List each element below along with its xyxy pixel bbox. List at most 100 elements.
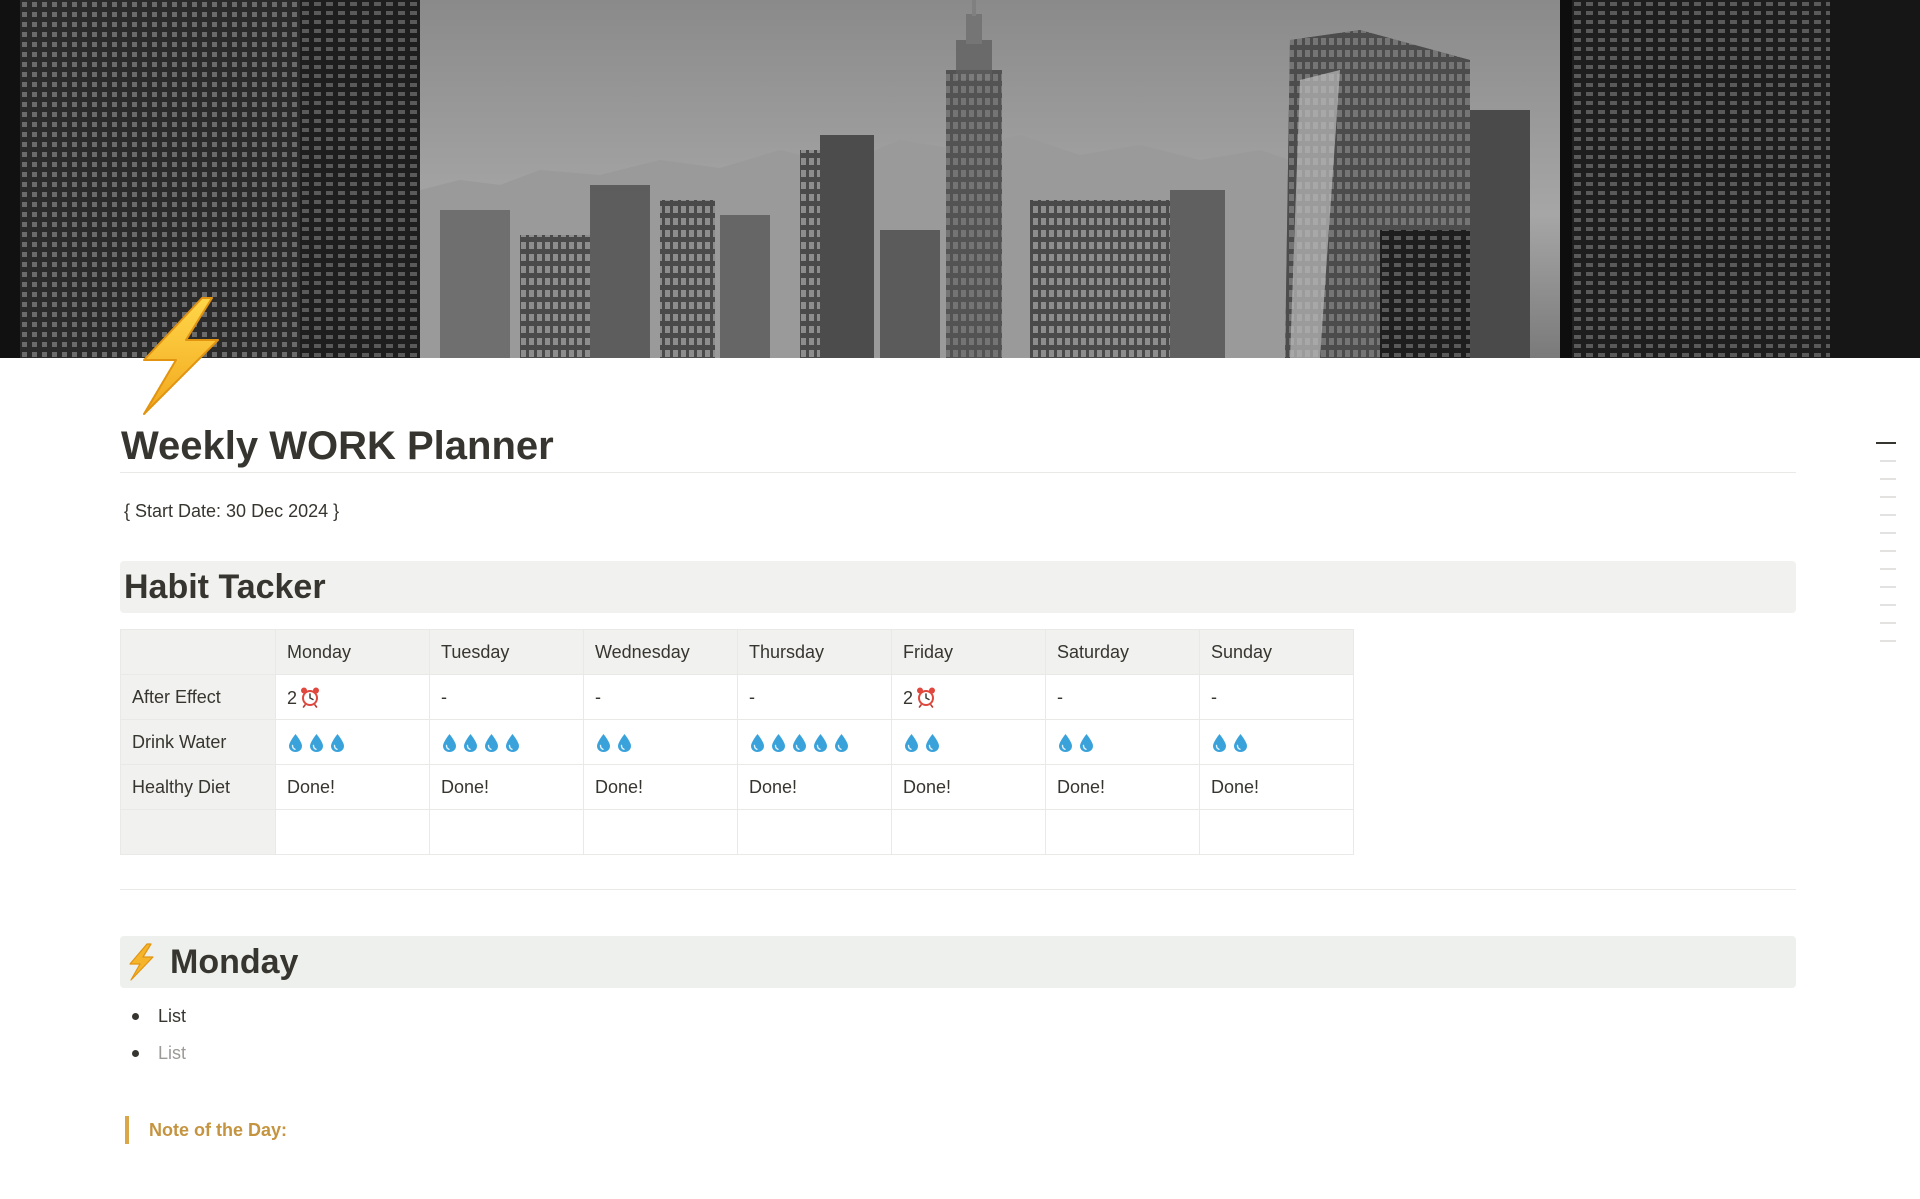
row-label[interactable]: Healthy Diet [120,764,276,810]
page-outline[interactable] [1876,442,1896,658]
water-drop-icon [443,733,456,752]
list-item-text: List [158,1006,187,1026]
water-drop-icon [310,733,323,752]
header-cell-saturday[interactable]: Saturday [1045,629,1200,675]
table-cell[interactable] [737,719,892,765]
outline-item[interactable] [1880,496,1896,498]
water-drop-icon [464,733,477,752]
water-drops [441,733,521,753]
table-cell[interactable]: - [1045,674,1200,720]
list-item-placeholder[interactable]: List [132,1035,1796,1072]
monday-heading[interactable]: Monday [120,936,1796,988]
habit-tracker-heading[interactable]: Habit Tacker [120,561,1796,613]
bullet-icon [132,1050,139,1057]
header-cell-thursday[interactable]: Thursday [737,629,892,675]
outline-item[interactable] [1880,604,1896,606]
water-drop-icon [506,733,519,752]
row-label[interactable]: Drink Water [120,719,276,765]
water-drop-icon [751,733,764,752]
table-row: Drink Water [120,719,1354,765]
outline-item[interactable] [1876,442,1896,444]
outline-item[interactable] [1880,478,1896,480]
table-header-row: Monday Tuesday Wednesday Thursday Friday… [120,629,1354,675]
water-drop-icon [1213,733,1226,752]
header-cell-wednesday[interactable]: Wednesday [583,629,738,675]
cover-image[interactable] [0,0,1920,358]
outline-item[interactable] [1880,532,1896,534]
alarm-clock-icon [917,687,936,708]
table-cell[interactable]: 2 [891,674,1046,720]
table-cell[interactable]: - [583,674,738,720]
table-cell[interactable] [891,809,1046,855]
table-cell[interactable] [1045,719,1200,765]
table-cell[interactable] [1199,719,1354,765]
lightning-bolt-icon [129,943,154,981]
section-divider [120,889,1796,890]
table-cell[interactable]: 2 [275,674,430,720]
cell-value: - [595,686,601,707]
outline-item[interactable] [1880,586,1896,588]
note-callout[interactable]: Note of the Day: [125,1116,1796,1144]
monday-list: List List [120,998,1796,1072]
table-cell[interactable] [429,809,584,855]
outline-item[interactable] [1880,640,1896,642]
cell-value: - [441,686,447,707]
table-cell[interactable]: Done! [429,764,584,810]
page-icon[interactable] [130,294,230,418]
water-drop-icon [1080,733,1093,752]
table-cell[interactable]: Done! [891,764,1046,810]
table-cell[interactable] [275,809,430,855]
table-cell[interactable] [275,719,430,765]
bullet-icon [132,1013,139,1020]
start-date-text[interactable]: { Start Date: 30 Dec 2024 } [120,499,1796,523]
outline-item[interactable] [1880,514,1896,516]
cell-value: 2 [287,687,298,708]
table-cell[interactable]: Done! [583,764,738,810]
header-cell[interactable] [120,629,276,675]
water-drops [749,733,850,753]
water-drop-icon [289,733,302,752]
water-drop-icon [618,733,631,752]
row-label-empty[interactable] [120,809,276,855]
table-cell[interactable]: - [1199,674,1354,720]
outline-item[interactable] [1880,460,1896,462]
table-row-empty [120,809,1354,855]
water-drop-icon [1234,733,1247,752]
table-cell[interactable] [583,809,738,855]
table-cell[interactable] [891,719,1046,765]
outline-item[interactable] [1880,568,1896,570]
title-divider [120,472,1796,473]
page-content: Weekly WORK Planner { Start Date: 30 Dec… [120,420,1796,1199]
table-cell[interactable]: Done! [275,764,430,810]
cell-value: - [749,686,755,707]
page-title[interactable]: Weekly WORK Planner [120,420,1796,472]
water-drop-icon [597,733,610,752]
table-cell[interactable]: - [737,674,892,720]
outline-item[interactable] [1880,550,1896,552]
outline-item[interactable] [1880,622,1896,624]
water-drop-icon [772,733,785,752]
city-skyline-cover [0,0,1920,358]
table-cell[interactable] [583,719,738,765]
table-cell[interactable]: - [429,674,584,720]
table-cell[interactable]: Done! [1199,764,1354,810]
table-cell[interactable] [1199,809,1354,855]
header-cell-tuesday[interactable]: Tuesday [429,629,584,675]
table-cell[interactable]: Done! [1045,764,1200,810]
header-cell-friday[interactable]: Friday [891,629,1046,675]
header-cell-monday[interactable]: Monday [275,629,430,675]
table-cell[interactable]: Done! [737,764,892,810]
water-drops [1211,733,1249,753]
list-item[interactable]: List [132,998,1796,1035]
water-drops [287,733,346,753]
table-cell[interactable] [737,809,892,855]
water-drops [903,733,941,753]
header-cell-sunday[interactable]: Sunday [1199,629,1354,675]
row-label[interactable]: After Effect [120,674,276,720]
note-label: Note of the Day: [149,1119,288,1140]
water-drop-icon [905,733,918,752]
habit-table: Monday Tuesday Wednesday Thursday Friday… [120,629,1354,855]
table-cell[interactable] [1045,809,1200,855]
water-drop-icon [485,733,498,752]
table-cell[interactable] [429,719,584,765]
